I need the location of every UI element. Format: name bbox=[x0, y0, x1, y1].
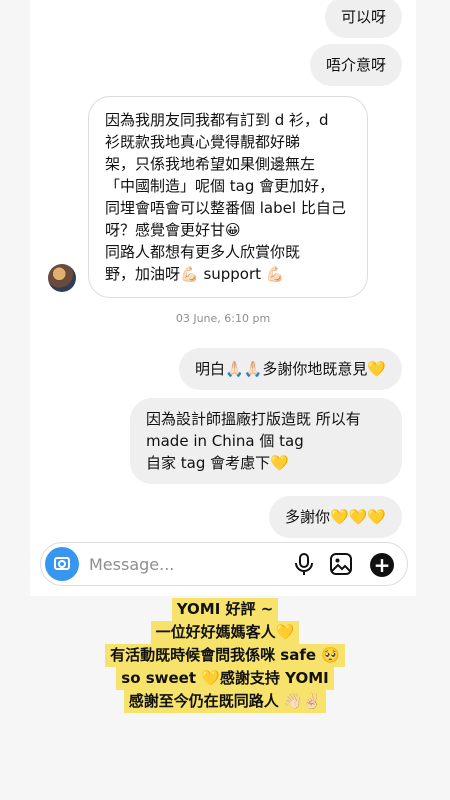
message-text-line: 架，只係我地希望如果側邊無左 bbox=[105, 155, 316, 173]
microphone-icon[interactable] bbox=[293, 552, 315, 576]
caption-line: 一位好好媽媽客人💛 bbox=[150, 621, 300, 644]
caption-line: YOMI 好評 ~ bbox=[171, 598, 279, 621]
caption-line: 有活動既時候會問我係咪 safe 🥺 bbox=[105, 644, 345, 667]
message-input[interactable]: Message... bbox=[89, 555, 174, 574]
caption-line: 感謝至今仍在既同路人 👋🏻✌🏻 bbox=[123, 690, 327, 713]
message-text: 明白🙏🏻🙏🏻多謝你地既意見💛 bbox=[194, 360, 386, 378]
message-bubble-incoming: 因為我朋友同我都有訂到 d 衫，d 衫既款我地真心覺得靚都好睇 架，只係我地希望… bbox=[88, 96, 368, 298]
message-text-line: 同路人都想有更多人欣賞你既 bbox=[105, 243, 301, 261]
message-text-line: 自家 tag 會考慮下💛 bbox=[146, 454, 289, 472]
camera-button[interactable] bbox=[45, 547, 79, 581]
message-text-line: 因為設計師搵廠打版造既 所以有 bbox=[146, 410, 361, 428]
message-text-line: 衫既款我地真心覺得靚都好睇 bbox=[105, 133, 301, 151]
avatar[interactable] bbox=[48, 264, 76, 292]
message-bubble-outgoing: 明白🙏🏻🙏🏻多謝你地既意見💛 bbox=[178, 348, 402, 390]
message-text-line: 同埋會唔會可以整番個 label 比自己 bbox=[105, 199, 346, 217]
message-text: 可以呀 bbox=[340, 8, 386, 26]
message-text-line: 呀？感覺會更好甘😀 bbox=[105, 221, 241, 239]
gallery-icon[interactable] bbox=[329, 552, 353, 576]
message-composer: Message... + bbox=[40, 542, 408, 586]
caption-overlay: YOMI 好評 ~ 一位好好媽媽客人💛 有活動既時候會問我係咪 safe 🥺 s… bbox=[0, 598, 450, 713]
message-text: 唔介意呀 bbox=[325, 56, 386, 74]
caption-line: so sweet 💛感謝支持 YOMI bbox=[116, 667, 334, 690]
message-text-line: 「中國制造」呢個 tag 會更加好， bbox=[105, 177, 335, 195]
message-text-line: 野，加油呀💪🏻 support 💪🏻 bbox=[105, 265, 285, 283]
message-bubble-outgoing: 因為設計師搵廠打版造既 所以有 made in China 個 tag 自家 t… bbox=[130, 398, 402, 484]
message-text: 多謝你💛💛💛 bbox=[284, 508, 386, 526]
message-bubble-outgoing: 多謝你💛💛💛 bbox=[268, 496, 402, 538]
message-text-line: made in China 個 tag bbox=[146, 432, 304, 450]
chat-screenshot: 可以呀 唔介意呀 因為我朋友同我都有訂到 d 衫，d 衫既款我地真心覺得靚都好睇… bbox=[30, 0, 416, 596]
message-text-line: 因為我朋友同我都有訂到 d 衫，d bbox=[105, 111, 329, 129]
plus-icon[interactable]: + bbox=[370, 553, 394, 577]
message-timestamp: 03 June, 6:10 pm bbox=[175, 312, 271, 325]
message-bubble-outgoing: 唔介意呀 bbox=[309, 44, 402, 86]
message-bubble-outgoing: 可以呀 bbox=[324, 0, 402, 38]
